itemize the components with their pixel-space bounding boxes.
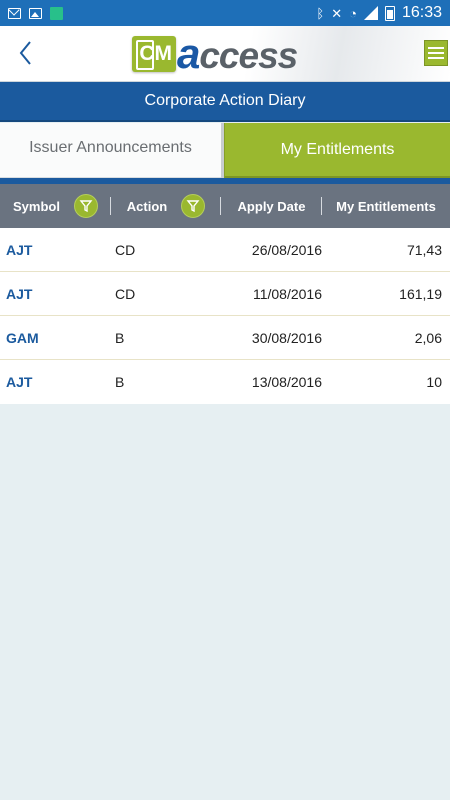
tab-bar: Issuer Announcements My Entitlements [0,123,450,181]
cell-action: CD [115,285,136,302]
signal-icon [363,6,378,20]
column-header-action[interactable]: Action [111,184,221,228]
table-row[interactable]: AJT B 13/08/2016 10 [0,360,450,404]
cell-symbol: AJT [6,285,33,302]
symbol-filter-button[interactable] [73,194,98,218]
mute-icon: ✕ [331,5,343,21]
cell-apply-date: 30/08/2016 [251,329,322,346]
cell-symbol: GAM [6,329,39,346]
cell-action: B [115,374,125,390]
cell-symbol: AJT [6,241,33,258]
bluetooth-icon: ᛒ [316,5,325,21]
image-icon [29,7,42,19]
title-bar: Corporate Action Diary [0,82,450,122]
table-row[interactable]: AJT CD 26/08/2016 71,43 [0,228,450,272]
app-logo: CM access [132,30,298,77]
logo-mark-text: CM [139,42,172,65]
column-label-action: Action [126,198,168,214]
chevron-left-icon [19,41,31,65]
filter-icon [79,200,93,213]
column-label-my-entitlements: My Entitlements [336,198,436,214]
entitlements-table: AJT CD 26/08/2016 71,43 AJT CD 11/08/201… [0,228,450,404]
cell-entitlement: 10 [426,374,442,390]
hamburger-icon-line [428,52,444,54]
logo-word-rest: ccess [199,35,298,76]
table-row[interactable]: GAM B 30/08/2016 2,06 [0,316,450,360]
battery-icon [384,5,395,21]
hamburger-icon-line [428,57,444,59]
cell-action: CD [115,241,136,258]
column-header-symbol[interactable]: Symbol [0,184,111,228]
logo-word: access [177,30,298,77]
table-header: Symbol Action Apply Date My Entitlements [0,184,450,228]
status-right-icons: ᛒ ✕ ◔ 16:33 [316,4,442,22]
cell-apply-date: 13/08/2016 [251,374,322,390]
status-clock: 16:33 [401,4,442,21]
app-icon [50,6,63,20]
page-title: Corporate Action Diary [144,92,306,109]
logo-mark: CM [132,36,176,72]
column-label-symbol: Symbol [13,198,60,214]
status-left-icons [8,6,63,20]
column-header-apply-date[interactable]: Apply Date [221,184,322,228]
tab-issuer-announcements[interactable]: Issuer Announcements [0,123,224,179]
status-bar: ᛒ ✕ ◔ 16:33 [0,0,450,26]
cell-symbol: AJT [6,374,33,390]
column-label-apply-date: Apply Date [237,198,306,214]
mail-icon [8,7,21,19]
cell-entitlement: 2,06 [414,329,442,346]
filter-icon [186,200,200,213]
logo-word-initial: a [177,30,200,77]
action-filter-button[interactable] [181,194,206,218]
cell-entitlement: 71,43 [406,241,442,258]
hamburger-icon-line [428,47,444,49]
app-header: CM access [0,26,450,82]
cell-entitlement: 161,19 [399,285,442,302]
column-header-my-entitlements[interactable]: My Entitlements [322,184,450,228]
tab-my-entitlements[interactable]: My Entitlements [224,123,450,179]
back-button[interactable] [14,38,38,68]
cell-apply-date: 26/08/2016 [251,241,322,258]
wifi-icon: ◔ [349,5,357,21]
cell-apply-date: 11/08/2016 [252,285,322,302]
table-row[interactable]: AJT CD 11/08/2016 161,19 [0,272,450,316]
menu-button[interactable] [424,40,448,66]
cell-action: B [115,329,125,346]
